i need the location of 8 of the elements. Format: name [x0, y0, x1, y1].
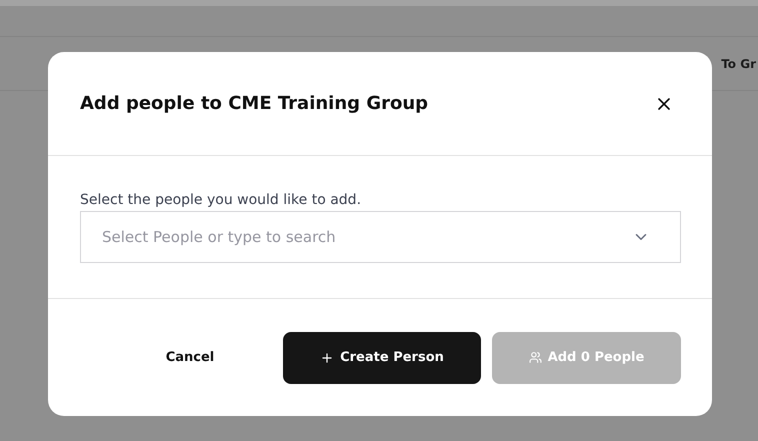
- background-header-text: To Gr: [721, 56, 757, 70]
- cancel-button[interactable]: Cancel: [130, 332, 250, 384]
- field-label: Select the people you would like to add.: [80, 192, 362, 208]
- people-select-field[interactable]: Select People or type to search: [80, 211, 681, 263]
- dialog-title: Add people to CME Training Group: [80, 93, 428, 114]
- plus-icon: [320, 350, 334, 364]
- people-icon: [528, 351, 542, 364]
- create-person-button[interactable]: Create Person: [283, 332, 481, 384]
